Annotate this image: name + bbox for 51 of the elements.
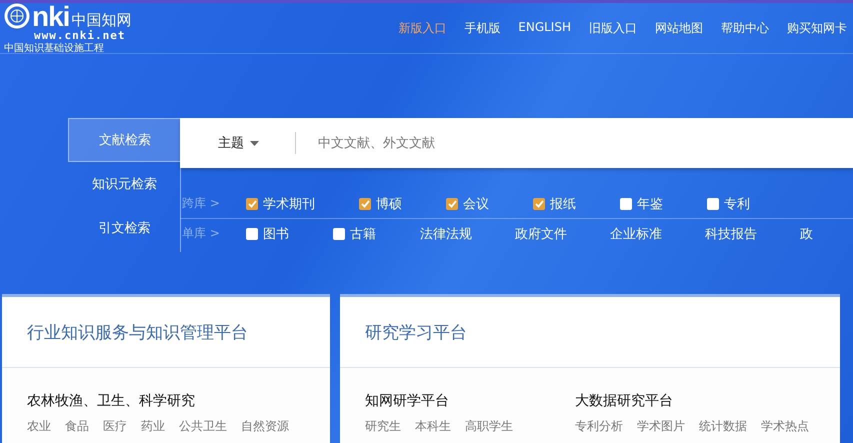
search-field[interactable]: 主题 中文文献、外文文献 bbox=[180, 118, 853, 168]
search-tab[interactable]: 知识元检索 bbox=[68, 162, 181, 206]
group-heading[interactable]: 农林牧渔、卫生、科学研究 bbox=[27, 392, 327, 410]
logo-slogan: 中国知识基础设施工程 bbox=[4, 44, 105, 54]
caret-icon bbox=[250, 140, 259, 146]
nav-link[interactable]: 帮助中心 bbox=[721, 20, 769, 36]
database-checkbox[interactable]: 专利 bbox=[707, 194, 750, 212]
category-link[interactable]: 统计数据 bbox=[699, 418, 747, 435]
card-title: 行业知识服务与知识管理平台 bbox=[27, 322, 248, 344]
globe-icon bbox=[4, 2, 30, 28]
category-link[interactable]: 学术热点 bbox=[761, 418, 809, 435]
search-tab[interactable]: 文献检索 bbox=[68, 118, 181, 162]
category-link[interactable]: 专利分析 bbox=[575, 418, 623, 435]
nav-link[interactable]: 购买知网卡 bbox=[787, 20, 847, 36]
nav-link[interactable]: 手机版 bbox=[464, 20, 500, 36]
category-link[interactable]: 高职学生 bbox=[465, 418, 513, 435]
database-checkbox[interactable]: 古籍 bbox=[333, 224, 376, 242]
database-checkbox[interactable]: 会议 bbox=[446, 194, 489, 212]
category-link[interactable]: 药业 bbox=[141, 418, 165, 435]
database-checkbox[interactable]: 年鉴 bbox=[620, 194, 663, 212]
database-checkbox[interactable]: 图书 bbox=[246, 224, 289, 242]
category-link[interactable]: 医疗 bbox=[103, 418, 127, 435]
database-link[interactable]: 科技报告 bbox=[705, 224, 757, 242]
nav-link[interactable]: 新版入口 bbox=[398, 20, 446, 36]
filter-label: 单库 > bbox=[181, 225, 221, 242]
database-checkbox[interactable]: 报纸 bbox=[533, 194, 576, 212]
category-link[interactable]: 自然资源 bbox=[241, 418, 289, 435]
group-heading[interactable]: 大数据研究平台 bbox=[575, 392, 785, 410]
card-title: 研究学习平台 bbox=[365, 322, 467, 344]
database-checkbox[interactable]: 学术期刊 bbox=[246, 194, 315, 212]
category-link[interactable]: 农业 bbox=[27, 418, 51, 435]
filter-label: 跨库 > bbox=[181, 195, 221, 212]
search-tab[interactable]: 引文检索 bbox=[68, 206, 181, 250]
field-dropdown[interactable]: 主题 bbox=[180, 132, 296, 154]
category-link[interactable]: 本科生 bbox=[415, 418, 451, 435]
database-link[interactable]: 政 bbox=[800, 224, 813, 242]
database-link[interactable]: 企业标准 bbox=[610, 224, 662, 242]
nav-link[interactable]: 网站地图 bbox=[655, 20, 703, 36]
logo-mark: nki bbox=[32, 4, 70, 28]
category-link[interactable]: 公共卫生 bbox=[179, 418, 227, 435]
category-link[interactable]: 学术图片 bbox=[637, 418, 685, 435]
category-link[interactable]: 食品 bbox=[65, 418, 89, 435]
nav-link[interactable]: ENGLISH bbox=[518, 20, 571, 36]
database-link[interactable]: 政府文件 bbox=[515, 224, 567, 242]
nav-link[interactable]: 旧版入口 bbox=[589, 20, 637, 36]
category-link[interactable]: 研究生 bbox=[365, 418, 401, 435]
database-link[interactable]: 法律法规 bbox=[420, 224, 472, 242]
logo-name: 中国知网 bbox=[71, 10, 132, 28]
database-checkbox[interactable]: 博硕 bbox=[359, 194, 402, 212]
group-heading[interactable]: 知网研学平台 bbox=[365, 392, 575, 410]
logo-url: www.cnki.net bbox=[34, 28, 126, 42]
